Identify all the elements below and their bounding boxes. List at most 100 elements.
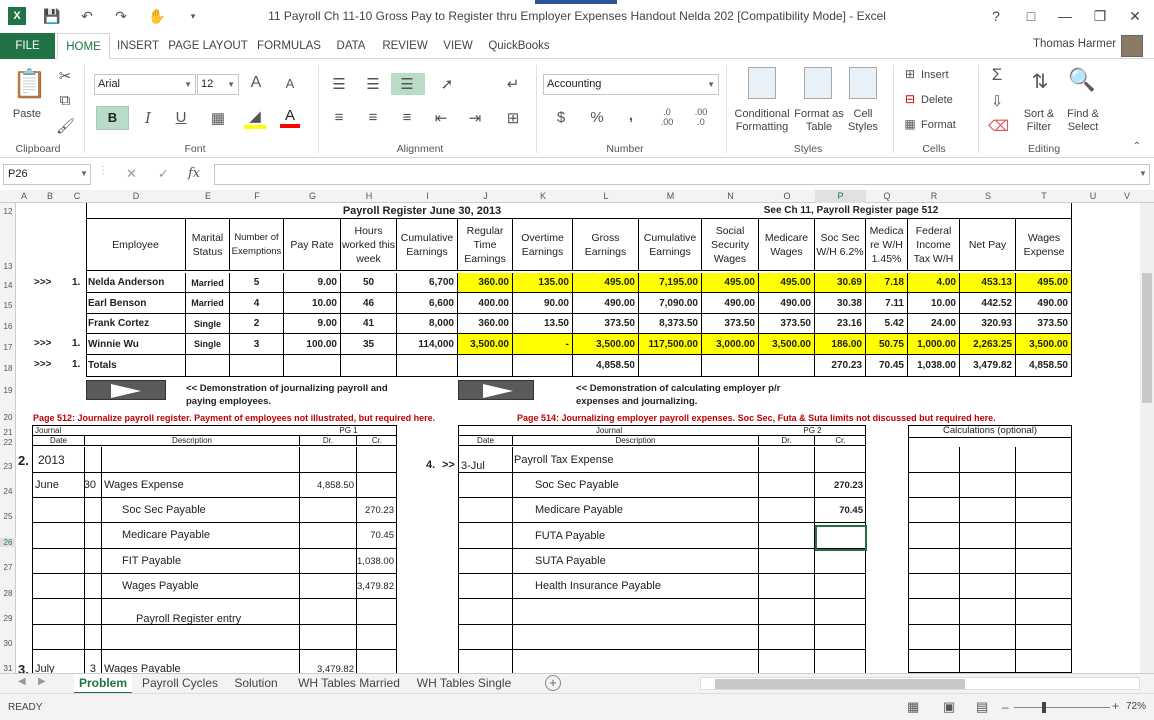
calculation-cell[interactable] [1016, 625, 1072, 650]
minimize-button[interactable]: — [1051, 4, 1079, 28]
currency-button[interactable]: $ [552, 109, 570, 126]
journal1-description[interactable]: Wages Expense [104, 479, 298, 491]
journal2-cell[interactable] [759, 447, 815, 473]
cut-icon[interactable]: ✂ [56, 67, 74, 85]
register-cell[interactable]: - [513, 334, 573, 355]
register-cell[interactable]: 9.00 [284, 314, 341, 334]
register-cell[interactable]: 320.93 [960, 314, 1016, 334]
register-cell[interactable]: 442.52 [960, 293, 1016, 314]
row-header[interactable]: 25 [0, 512, 16, 521]
register-cell[interactable]: 400.00 [458, 293, 513, 314]
journal2-cell[interactable] [759, 650, 815, 673]
totals-cell[interactable] [458, 355, 513, 376]
merge-center-icon[interactable]: ⊞ [500, 109, 526, 127]
decrease-decimal-icon[interactable]: .00.0 [690, 107, 712, 127]
user-name[interactable]: Thomas Harmer [1033, 38, 1116, 50]
tab-home[interactable]: HOME [57, 33, 110, 59]
journal1-cell[interactable] [33, 498, 85, 523]
journal2-cell[interactable] [459, 473, 513, 498]
top-align-icon[interactable]: ☰ [330, 75, 348, 93]
register-cell[interactable]: 490.00 [759, 293, 815, 314]
journal2-cell[interactable] [815, 447, 866, 473]
register-cell[interactable]: 373.50 [759, 314, 815, 334]
row-header[interactable]: 23 [0, 462, 16, 471]
calculation-cell[interactable] [960, 447, 1016, 473]
journal1-cell[interactable] [33, 625, 85, 650]
journal2-cell[interactable] [759, 549, 815, 574]
journal1-year[interactable]: 2013 [38, 453, 83, 467]
register-cell[interactable]: Earl Benson [86, 293, 186, 314]
align-center-icon[interactable]: ≡ [364, 109, 382, 126]
calculation-cell[interactable] [960, 523, 1016, 549]
hdr-cumulative[interactable]: Cumulative Earnings [397, 219, 458, 271]
register-cell[interactable]: 490.00 [702, 293, 759, 314]
horizontal-scrollbar[interactable] [700, 677, 1140, 690]
register-cell[interactable]: Single [186, 314, 230, 334]
orientation-icon[interactable]: ➚ [436, 75, 458, 93]
middle-align-icon[interactable]: ☰ [364, 75, 382, 93]
calculation-cell[interactable] [960, 599, 1016, 625]
cell-styles-button[interactable]: Cell Styles [846, 108, 880, 134]
totals-cell[interactable] [639, 355, 702, 376]
scroll-tabs-left-icon[interactable]: ◀ [18, 676, 26, 687]
totals-cell[interactable]: 70.45 [866, 355, 908, 376]
hdr-net-pay[interactable]: Net Pay [960, 219, 1016, 271]
journal2-description[interactable]: Payroll Tax Expense [514, 454, 753, 466]
name-box[interactable]: P26 [3, 164, 91, 185]
journal1-cell[interactable] [357, 625, 397, 650]
journal1-cell[interactable] [85, 574, 102, 599]
tab-data[interactable]: DATA [330, 33, 372, 59]
journal1-cell[interactable] [102, 447, 300, 473]
journal1-day[interactable]: 30 [67, 479, 99, 491]
font-color-icon[interactable]: A [280, 107, 300, 128]
register-cell[interactable]: Married [186, 293, 230, 314]
journal1-cell[interactable] [85, 599, 102, 625]
chevron-down-icon[interactable]: ▼ [80, 169, 88, 178]
hdr-pay-rate[interactable]: Pay Rate [284, 219, 341, 271]
register-cell[interactable]: 490.00 [1016, 293, 1072, 314]
register-cell[interactable]: 90.00 [513, 293, 573, 314]
calculation-cell[interactable] [960, 549, 1016, 574]
calculation-cell[interactable] [908, 473, 960, 498]
journal2-credit[interactable]: 70.45 [815, 505, 866, 516]
register-cell[interactable]: 50.75 [866, 334, 908, 355]
hdr-wages-expense[interactable]: Wages Expense [1016, 219, 1072, 271]
enter-icon[interactable]: ✓ [158, 166, 169, 182]
col-header-r[interactable]: R [908, 190, 960, 203]
calculation-cell[interactable] [960, 625, 1016, 650]
calculation-cell[interactable] [1016, 549, 1072, 574]
row-header[interactable]: 27 [0, 563, 16, 572]
decrease-font-icon[interactable]: A [281, 76, 299, 91]
calculation-cell[interactable] [1016, 650, 1072, 673]
row-header[interactable]: 19 [0, 386, 16, 395]
totals-cell[interactable] [702, 355, 759, 376]
zoom-slider-thumb[interactable] [1042, 702, 1046, 713]
journal1-cell[interactable] [357, 473, 397, 498]
journal2-cell[interactable] [459, 523, 513, 549]
register-cell[interactable]: 3,500.00 [573, 334, 639, 355]
collapse-ribbon-icon[interactable]: ⌃ [1130, 141, 1144, 152]
journal2-cell[interactable] [759, 599, 815, 625]
journal1-cell[interactable] [300, 599, 357, 625]
hdr-overtime[interactable]: Overtime Earnings [513, 219, 573, 271]
row-header[interactable]: 26 [0, 538, 16, 547]
row-header[interactable]: 21 [0, 428, 16, 437]
register-cell[interactable]: 46 [341, 293, 397, 314]
journal1-month[interactable]: June [33, 479, 67, 491]
journal1-debit[interactable]: 4,858.50 [300, 480, 357, 491]
register-cell[interactable]: 10.00 [908, 293, 960, 314]
journal1-cell[interactable] [33, 574, 85, 599]
register-cell[interactable]: 7,195.00 [639, 273, 702, 293]
journal2-description[interactable]: Soc Sec Payable [535, 479, 753, 491]
copy-icon[interactable]: ⧉ [56, 92, 74, 109]
register-cell[interactable]: 373.50 [573, 314, 639, 334]
clear-icon[interactable]: ⌫ [988, 117, 1009, 135]
totals-cell[interactable] [186, 355, 230, 376]
align-right-icon[interactable]: ≡ [398, 109, 416, 126]
totals-cell[interactable]: 1,038.00 [908, 355, 960, 376]
register-cell[interactable]: 10.00 [284, 293, 341, 314]
journal1-cell[interactable] [33, 549, 85, 574]
hdr-marital-status[interactable]: Marital Status [186, 219, 230, 271]
register-cell[interactable]: 373.50 [1016, 314, 1072, 334]
col-header-l[interactable]: L [573, 190, 639, 203]
